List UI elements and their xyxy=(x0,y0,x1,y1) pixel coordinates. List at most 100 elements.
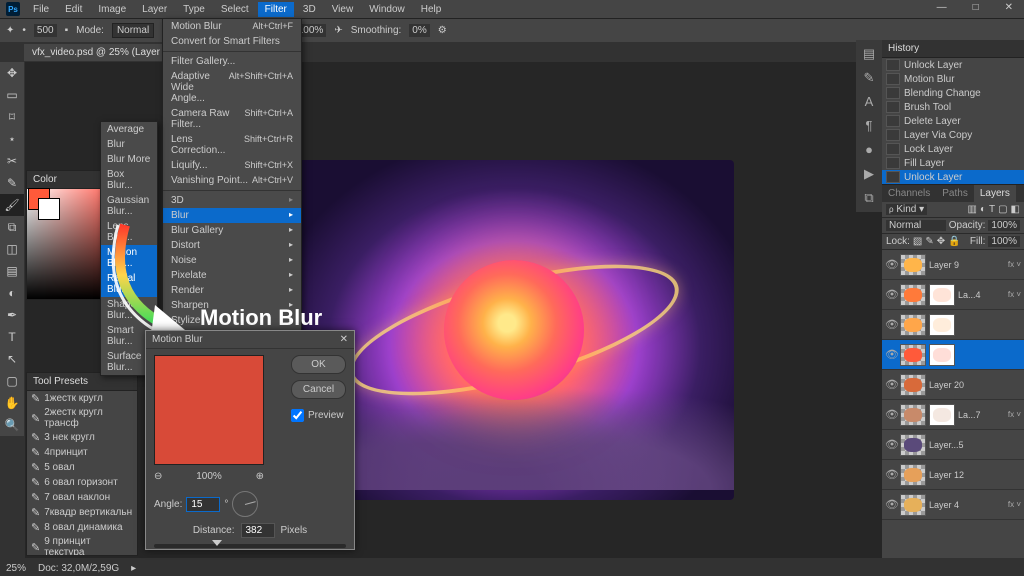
zoom-in-icon[interactable]: ⊕ xyxy=(256,471,264,482)
menu-file[interactable]: File xyxy=(26,2,56,17)
close-button[interactable]: ✕ xyxy=(998,0,1020,15)
layer-fill[interactable]: 100% xyxy=(988,236,1020,247)
panel-icon[interactable]: ⧉ xyxy=(861,190,877,206)
filter-icon[interactable]: ◐ xyxy=(980,204,986,215)
menu-help[interactable]: Help xyxy=(414,2,449,17)
blend-mode-select[interactable]: Normal xyxy=(112,23,154,38)
lock-icon[interactable]: ▧ xyxy=(913,236,922,247)
status-zoom[interactable]: 25% xyxy=(6,563,26,574)
dodge-tool[interactable]: ◐ xyxy=(0,282,24,304)
brush-icon[interactable]: ✦ xyxy=(6,25,14,36)
blur-submenu-item[interactable]: Radial Blur... xyxy=(101,271,157,297)
history-item[interactable]: Lock Layer xyxy=(882,142,1024,156)
tool-preset-item[interactable]: ✎5 овал xyxy=(27,460,137,475)
cancel-button[interactable]: Cancel xyxy=(291,380,346,399)
pen-tool[interactable]: ✒ xyxy=(0,304,24,326)
tool-preset-item[interactable]: ✎2жестк кругл трансф xyxy=(27,406,137,430)
angle-field[interactable]: 15 xyxy=(186,497,220,512)
gradient-tool[interactable]: ▤ xyxy=(0,260,24,282)
hand-tool[interactable]: ✋ xyxy=(0,392,24,414)
filter-menu-item[interactable]: Pixelate xyxy=(163,268,301,283)
blur-submenu-item[interactable]: Gaussian Blur... xyxy=(101,193,157,219)
layer-row[interactable]: 👁La...7fx ˅ xyxy=(882,400,1024,430)
visibility-icon[interactable]: 👁 xyxy=(885,258,897,271)
layer-row[interactable]: 👁Layer 4fx ˅ xyxy=(882,490,1024,520)
filter-menu-item[interactable]: Blur xyxy=(163,208,301,223)
layer-row[interactable]: 👁Layer...5 xyxy=(882,430,1024,460)
visibility-icon[interactable]: 👁 xyxy=(885,468,897,481)
history-item[interactable]: Fill Layer xyxy=(882,156,1024,170)
filter-menu-item[interactable]: Camera Raw Filter...Shift+Ctrl+A xyxy=(163,106,301,132)
menu-layer[interactable]: Layer xyxy=(135,2,174,17)
tab-channels[interactable]: Channels xyxy=(882,185,936,202)
a-icon[interactable]: A xyxy=(861,94,877,110)
menu-image[interactable]: Image xyxy=(91,2,133,17)
filter-menu-item[interactable]: Filter Gallery... xyxy=(163,54,301,69)
lock-icon[interactable]: ✎ xyxy=(925,236,933,247)
brush-tool[interactable]: 🖌 xyxy=(0,194,24,216)
visibility-icon[interactable]: 👁 xyxy=(885,288,897,301)
wand-tool[interactable]: ⋆ xyxy=(0,128,24,150)
lock-icon[interactable]: ✥ xyxy=(937,236,945,247)
layer-opacity[interactable]: 100% xyxy=(988,220,1020,231)
filter-menu-item[interactable]: Sharpen xyxy=(163,298,301,313)
filter-icon[interactable]: ▢ xyxy=(998,204,1007,215)
filter-menu-item[interactable]: Adaptive Wide Angle...Alt+Shift+Ctrl+A xyxy=(163,69,301,106)
filter-icon[interactable]: ◧ xyxy=(1011,204,1020,215)
history-item[interactable]: Unlock Layer xyxy=(882,170,1024,184)
stamp-tool[interactable]: ⧉ xyxy=(0,216,24,238)
history-item[interactable]: Blending Change xyxy=(882,86,1024,100)
filter-menu-item[interactable]: Distort xyxy=(163,238,301,253)
visibility-icon[interactable]: 👁 xyxy=(885,438,897,451)
distance-slider[interactable] xyxy=(154,544,346,548)
visibility-icon[interactable]: 👁 xyxy=(885,498,897,511)
layer-row[interactable]: 👁Layer 12 xyxy=(882,460,1024,490)
angle-dial[interactable] xyxy=(232,491,258,517)
visibility-icon[interactable]: 👁 xyxy=(885,378,897,391)
blend-mode[interactable]: Normal xyxy=(886,220,946,231)
visibility-icon[interactable]: 👁 xyxy=(885,408,897,421)
smoothing-field[interactable]: 0% xyxy=(409,24,429,37)
filter-icon[interactable]: T xyxy=(989,204,995,215)
filter-menu-item[interactable]: Convert for Smart Filters xyxy=(163,34,301,49)
filter-menu-item[interactable]: Render xyxy=(163,283,301,298)
zoom-out-icon[interactable]: ⊖ xyxy=(154,471,162,482)
tab-paths[interactable]: Paths xyxy=(936,185,974,202)
menu-edit[interactable]: Edit xyxy=(58,2,89,17)
tool-preset-item[interactable]: ✎7квадр вертикальн xyxy=(27,505,137,520)
path-tool[interactable]: ↖ xyxy=(0,348,24,370)
menu-type[interactable]: Type xyxy=(176,2,212,17)
filter-icon[interactable]: ▥ xyxy=(967,204,976,215)
filter-menu-item[interactable]: Lens Correction...Shift+Ctrl+R xyxy=(163,132,301,158)
tool-preset-item[interactable]: ✎3 нек кругл xyxy=(27,430,137,445)
panel-icon[interactable]: ● xyxy=(861,142,877,158)
blur-submenu-item[interactable]: Box Blur... xyxy=(101,167,157,193)
menu-select[interactable]: Select xyxy=(214,2,256,17)
history-item[interactable]: Brush Tool xyxy=(882,100,1024,114)
eraser-tool[interactable]: ◫ xyxy=(0,238,24,260)
menu-view[interactable]: View xyxy=(325,2,361,17)
kind-filter[interactable]: ρ Kind ▾ xyxy=(886,204,927,215)
crop-tool[interactable]: ✂ xyxy=(0,150,24,172)
dialog-close[interactable]: ✕ xyxy=(340,334,348,345)
blur-preview[interactable] xyxy=(154,355,264,465)
layer-row[interactable]: 👁La...4fx ˅ xyxy=(882,280,1024,310)
tool-preset-item[interactable]: ✎1жестк кругл xyxy=(27,391,137,406)
panel-icon[interactable]: ¶ xyxy=(861,118,877,134)
history-item[interactable]: Unlock Layer xyxy=(882,58,1024,72)
type-tool[interactable]: T xyxy=(0,326,24,348)
blur-submenu-item[interactable]: Lens Blur... xyxy=(101,219,157,245)
ok-button[interactable]: OK xyxy=(291,355,346,374)
filter-menu-item[interactable]: Noise xyxy=(163,253,301,268)
bg-swatch[interactable] xyxy=(38,198,60,220)
tool-preset-item[interactable]: ✎8 овал динамика xyxy=(27,520,137,535)
filter-menu-item[interactable]: Vanishing Point...Alt+Ctrl+V xyxy=(163,173,301,188)
zoom-tool[interactable]: 🔍 xyxy=(0,414,24,436)
panel-icon[interactable]: ✎ xyxy=(861,70,877,86)
blur-submenu-item[interactable]: Average xyxy=(101,122,157,137)
layer-row[interactable]: 👁 xyxy=(882,310,1024,340)
history-item[interactable]: Layer Via Copy xyxy=(882,128,1024,142)
shape-tool[interactable]: ▢ xyxy=(0,370,24,392)
tab-layers[interactable]: Layers xyxy=(974,185,1016,202)
minimize-button[interactable]: — xyxy=(930,0,954,15)
